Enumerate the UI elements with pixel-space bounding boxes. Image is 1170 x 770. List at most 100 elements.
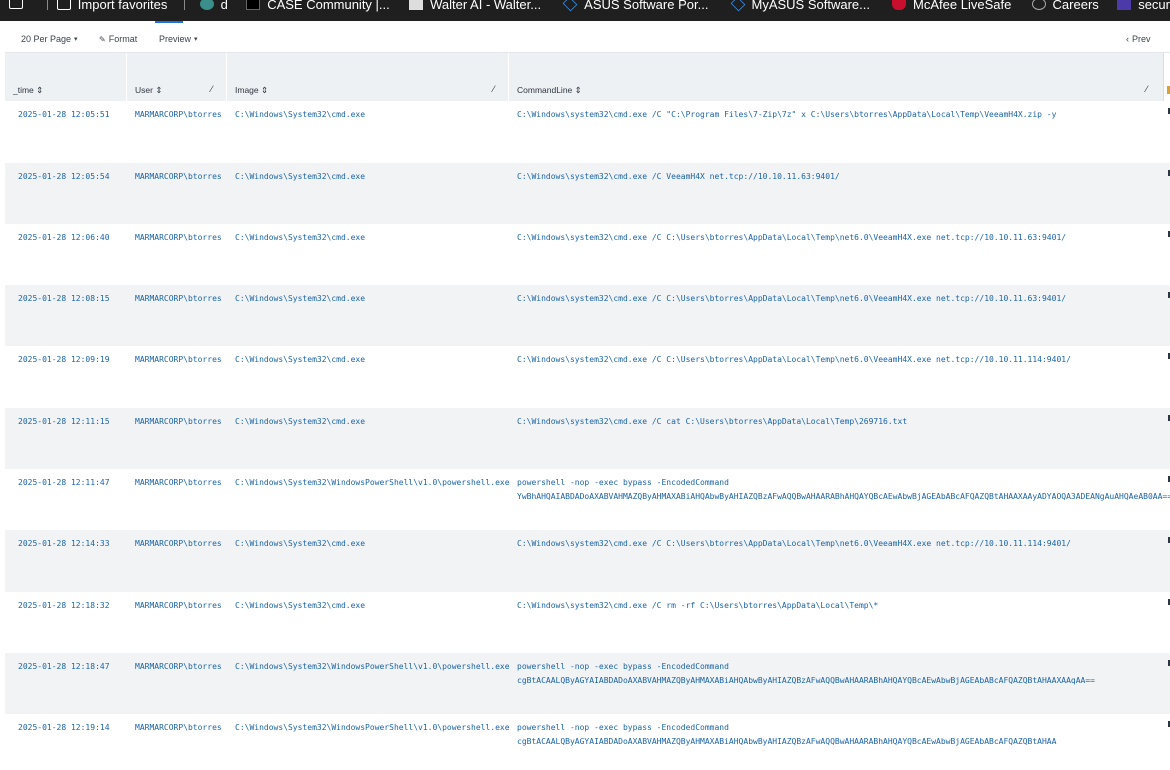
table-row[interactable]: 2025-01-28 12:11:47 MARMARCORP\btorres C:\… xyxy=(5,469,1170,530)
cell-commandline[interactable]: C:\Windows\system32\cmd.exe /C C:\Users\… xyxy=(517,537,1071,551)
per-page-dropdown[interactable]: 20 Per Page ▾ xyxy=(21,34,78,44)
cell-image[interactable]: C:\Windows\System32\WindowsPowerShell\v1… xyxy=(235,476,510,490)
cell-image[interactable]: C:\Windows\System32\cmd.exe xyxy=(235,170,365,184)
per-page-label: 20 Per Page xyxy=(21,34,72,44)
table-row[interactable]: 2025-01-28 12:18:47 MARMARCORP\btorres C:\… xyxy=(5,653,1170,714)
bookmarks-separator xyxy=(183,0,185,10)
cell-time[interactable]: 2025-01-28 12:06:40 xyxy=(18,231,110,245)
cell-image[interactable]: C:\Windows\System32\cmd.exe xyxy=(235,292,365,306)
cell-commandline[interactable]: C:\Windows\system32\cmd.exe /C C:\Users\… xyxy=(517,353,1071,367)
cell-image[interactable]: C:\Windows\System32\cmd.exe xyxy=(235,415,365,429)
cell-commandline[interactable]: C:\Windows\system32\cmd.exe /C "C:\Progr… xyxy=(517,108,1056,122)
table-row[interactable]: 2025-01-28 12:14:33 MARMARCORP\btorres C:\… xyxy=(5,530,1170,592)
cell-commandline[interactable]: C:\Windows\system32\cmd.exe /C C:\Users\… xyxy=(517,231,1066,245)
table-row[interactable]: 2025-01-28 12:05:51 MARMARCORP\btorres C:\… xyxy=(5,101,1170,163)
cell-commandline[interactable]: C:\Windows\system32\cmd.exe /C cat C:\Us… xyxy=(517,415,907,429)
bookmark-label: CASE Community |... xyxy=(267,0,390,12)
column-header-time[interactable]: _time ⇕ xyxy=(5,53,126,101)
column-header-user[interactable]: User ⇕ ⁄ xyxy=(126,53,226,101)
cell-time[interactable]: 2025-01-28 12:09:19 xyxy=(18,353,110,367)
reading-list-icon[interactable] xyxy=(9,0,24,9)
column-label: _time ⇕ xyxy=(13,85,44,95)
table-row[interactable]: 2025-01-28 12:06:40 MARMARCORP\btorres C:\… xyxy=(5,224,1170,285)
column-label: User ⇕ xyxy=(135,85,163,95)
careers-icon xyxy=(1031,0,1046,10)
column-header-commandline[interactable]: CommandLine ⇕ ⁄ xyxy=(508,53,1163,101)
sort-icon: ⇕ xyxy=(261,85,269,95)
table-header: _time ⇕ User ⇕ ⁄ Image ⇕ ⁄ CommandLine ⇕… xyxy=(5,53,1170,101)
edit-column-icon[interactable]: ⁄ xyxy=(493,84,495,94)
bookmark-careers[interactable]: Careers xyxy=(1031,0,1099,12)
bookmark-import-favorites[interactable]: Import favorites xyxy=(56,0,167,12)
cell-commandline[interactable]: powershell -nop -exec bypass -EncodedCom… xyxy=(517,660,1095,688)
cell-user[interactable]: MARMARCORP\btorres xyxy=(135,537,222,551)
format-button[interactable]: ✎ Format xyxy=(99,34,137,44)
bookmarks-separator xyxy=(46,0,48,10)
cell-user[interactable]: MARMARCORP\btorres xyxy=(135,170,222,184)
table-row[interactable]: 2025-01-28 12:05:54 MARMARCORP\btorres C:\… xyxy=(5,163,1170,224)
cell-user[interactable]: MARMARCORP\btorres xyxy=(135,353,222,367)
cell-time[interactable]: 2025-01-28 12:11:47 xyxy=(18,476,110,490)
cell-commandline[interactable]: C:\Windows\system32\cmd.exe /C rm -rf C:… xyxy=(517,599,878,613)
table-row[interactable]: 2025-01-28 12:09:19 MARMARCORP\btorres C:\… xyxy=(5,346,1170,408)
cell-image[interactable]: C:\Windows\System32\cmd.exe xyxy=(235,353,365,367)
cell-user[interactable]: MARMARCORP\btorres xyxy=(135,292,222,306)
bookmark-label: McAfee LiveSafe xyxy=(913,0,1012,12)
preview-dropdown[interactable]: Preview ▾ xyxy=(159,34,198,44)
bookmark-secur[interactable]: secur xyxy=(1117,0,1170,12)
bookmark-case-community[interactable]: CASE Community |... xyxy=(246,0,390,12)
sort-icon: ⇕ xyxy=(574,85,582,95)
globe-icon xyxy=(199,0,214,10)
cell-commandline[interactable]: powershell -nop -exec bypass -EncodedCom… xyxy=(517,476,1170,504)
cell-user[interactable]: MARMARCORP\btorres xyxy=(135,415,222,429)
cell-user[interactable]: MARMARCORP\btorres xyxy=(135,660,222,674)
sort-icon: ⇕ xyxy=(155,85,163,95)
bookmark-myasus-software[interactable]: MyASUS Software... xyxy=(730,0,870,12)
cell-time[interactable]: 2025-01-28 12:08:15 xyxy=(18,292,110,306)
bookmark-d[interactable]: d xyxy=(199,0,228,12)
sort-icon: ⇕ xyxy=(36,85,44,95)
cell-user[interactable]: MARMARCORP\btorres xyxy=(135,476,222,490)
cell-user[interactable]: MARMARCORP\btorres xyxy=(135,108,222,122)
prev-label: Prev xyxy=(1132,34,1151,44)
results-table: _time ⇕ User ⇕ ⁄ Image ⇕ ⁄ CommandLine ⇕… xyxy=(5,53,1170,770)
cell-image[interactable]: C:\Windows\System32\WindowsPowerShell\v1… xyxy=(235,721,510,735)
cell-time[interactable]: 2025-01-28 12:18:47 xyxy=(18,660,110,674)
bookmark-asus-software-portal[interactable]: ASUS Software Por... xyxy=(562,0,708,12)
cell-image[interactable]: C:\Windows\System32\cmd.exe xyxy=(235,231,365,245)
pencil-icon: ✎ xyxy=(99,34,106,44)
case-icon xyxy=(246,0,261,10)
bookmark-mcafee-livesafe[interactable]: McAfee LiveSafe xyxy=(892,0,1012,12)
bookmarks-bar: Import favorites d CASE Community |... W… xyxy=(0,0,1170,21)
cell-user[interactable]: MARMARCORP\btorres xyxy=(135,231,222,245)
cell-time[interactable]: 2025-01-28 12:05:54 xyxy=(18,170,110,184)
table-row[interactable]: 2025-01-28 12:08:15 MARMARCORP\btorres C:\… xyxy=(5,285,1170,346)
cell-commandline[interactable]: powershell -nop -exec bypass -EncodedCom… xyxy=(517,721,1056,749)
cell-user[interactable]: MARMARCORP\btorres xyxy=(135,599,222,613)
asus-icon xyxy=(562,0,578,12)
cell-time[interactable]: 2025-01-28 12:14:33 xyxy=(18,537,110,551)
bookmark-label: Walter AI - Walter... xyxy=(430,0,542,12)
cell-image[interactable]: C:\Windows\System32\WindowsPowerShell\v1… xyxy=(235,660,510,674)
table-row[interactable]: 2025-01-28 12:11:15 MARMARCORP\btorres C:\… xyxy=(5,408,1170,469)
table-row[interactable]: 2025-01-28 12:19:14 MARMARCORP\btorres C:\… xyxy=(5,714,1170,770)
prev-page-button[interactable]: ‹ Prev xyxy=(1126,34,1151,44)
cell-commandline[interactable]: C:\Windows\system32\cmd.exe /C VeeamH4X … xyxy=(517,170,840,184)
cell-time[interactable]: 2025-01-28 12:19:14 xyxy=(18,721,110,735)
asus-icon xyxy=(730,0,745,12)
caret-down-icon: ▾ xyxy=(74,36,78,43)
bookmark-walter-ai[interactable]: Walter AI - Walter... xyxy=(409,0,542,12)
edit-column-icon[interactable]: ⁄ xyxy=(1146,84,1148,94)
cell-user[interactable]: MARMARCORP\btorres xyxy=(135,721,222,735)
cell-image[interactable]: C:\Windows\System32\cmd.exe xyxy=(235,599,365,613)
cell-time[interactable]: 2025-01-28 12:05:51 xyxy=(18,108,110,122)
cell-image[interactable]: C:\Windows\System32\cmd.exe xyxy=(235,537,365,551)
cell-commandline[interactable]: C:\Windows\system32\cmd.exe /C C:\Users\… xyxy=(517,292,1066,306)
column-header-image[interactable]: Image ⇕ ⁄ xyxy=(226,53,508,101)
cell-time[interactable]: 2025-01-28 12:18:32 xyxy=(18,599,110,613)
edit-column-icon[interactable]: ⁄ xyxy=(211,84,213,94)
table-row[interactable]: 2025-01-28 12:18:32 MARMARCORP\btorres C:\… xyxy=(5,592,1170,653)
bookmark-label: secur xyxy=(1138,0,1170,12)
cell-time[interactable]: 2025-01-28 12:11:15 xyxy=(18,415,110,429)
cell-image[interactable]: C:\Windows\System32\cmd.exe xyxy=(235,108,365,122)
